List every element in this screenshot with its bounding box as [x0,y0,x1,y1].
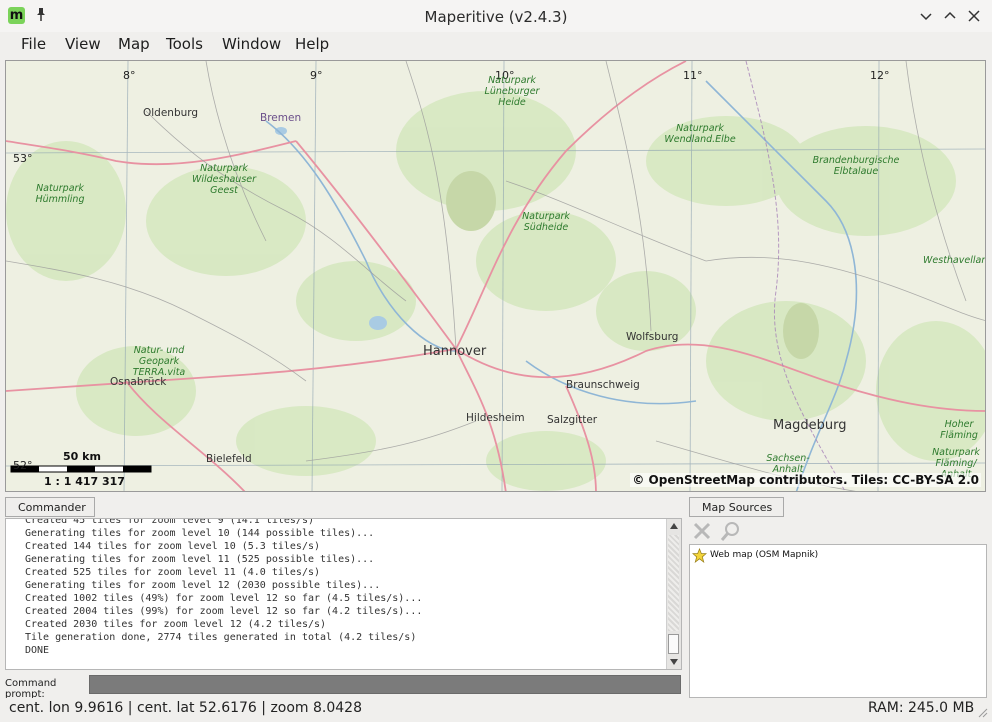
park-label: Naturpark Südheide [522,211,570,233]
lon-label: 11° [683,69,703,82]
scroll-thumb[interactable] [668,634,679,654]
console-output: Created 45 tiles for zoom level 9 (14.1 … [6,518,681,657]
window-title: Maperitive (v2.4.3) [424,8,568,26]
map-sources-tab[interactable]: Map Sources [689,497,784,517]
console-line: Created 2030 tiles for zoom level 12 (4.… [25,619,327,630]
console-line: Created 45 tiles for zoom level 9 (14.1 … [25,518,314,526]
console-line: Created 2004 tiles (99%) for zoom level … [25,606,423,617]
park-label: Brandenburgische Elbtalaue [812,155,900,177]
scale-distance: 50 km [63,450,101,463]
console-line: Created 525 tiles for zoom level 11 (4.0… [25,567,321,578]
map-sources-list: Web map (OSM Mapnik) [689,544,987,698]
city-label: Hildesheim [466,412,525,424]
command-prompt-input[interactable] [89,675,681,694]
title-bar: m Maperitive (v2.4.3) [0,0,992,33]
console-line: Created 1002 tiles (49%) for zoom level … [25,593,423,604]
city-label: Wolfsburg [626,331,679,343]
position-readout: cent. lon 9.9616 | cent. lat 52.6176 | z… [9,700,363,716]
menu-map[interactable]: Map [118,35,150,53]
console-line: Generating tiles for zoom level 11 (525 … [25,554,375,565]
ram-usage: RAM: 245.0 MB [868,700,975,716]
minimize-icon[interactable] [918,8,934,24]
park-label: Naturpark Wildeshauser Geest [191,163,257,196]
maximize-icon[interactable] [942,8,958,24]
remove-source-icon[interactable] [692,521,712,541]
map-source-label: Web map (OSM Mapnik) [710,550,819,560]
park-label: Natur- und Geopark TERRA.vita [132,345,186,378]
menu-help[interactable]: Help [295,35,329,53]
menu-window[interactable]: Window [222,35,281,53]
resize-grip-icon[interactable] [976,706,988,718]
lat-label: 53° [13,152,33,165]
lon-label: 9° [310,69,323,82]
map-sources-toolbar [689,518,987,544]
console-line: DONE [25,645,50,656]
command-prompt-label: Command prompt: [5,678,57,700]
menu-view[interactable]: View [65,35,101,53]
zoom-to-source-icon[interactable] [719,520,741,542]
console-line: Generating tiles for zoom level 12 (2030… [25,580,381,591]
map-view[interactable]: 8° 9° 10° 11° 12° 53° 52° Oldenburg Brem… [5,60,986,492]
lon-label: 12° [870,69,890,82]
major-city-label: Hannover [423,344,487,359]
park-label: Sachsen-Anhalt [766,453,810,475]
star-icon [692,547,707,563]
menu-bar: File View Map Tools Window Help [0,32,992,58]
park-label: Hoher Fläming [940,419,978,441]
major-city-label: Magdeburg [773,418,847,433]
park-label: Naturpark Wendland.Elbe [664,123,736,145]
console-line: Tile generation done, 2774 tiles generat… [25,632,417,643]
city-label: Salzgitter [547,414,598,426]
city-label: Bremen [260,112,302,124]
menu-tools[interactable]: Tools [166,35,203,53]
park-label: Westhavelland [923,255,985,266]
city-label: Bielefeld [206,453,252,465]
scroll-down-icon[interactable] [669,658,679,666]
map-attribution: © OpenStreetMap contributors. Tiles: CC-… [630,473,981,487]
scale-ratio: 1 : 1 417 317 [44,475,125,488]
close-icon[interactable] [966,8,982,24]
console-line: Generating tiles for zoom level 10 (144 … [25,528,375,539]
lat-label: 52° [13,459,33,472]
commander-tab[interactable]: Commander [5,497,95,517]
city-label: Braunschweig [566,379,640,391]
scroll-up-icon[interactable] [669,522,679,530]
scroll-track[interactable] [668,535,679,631]
park-label: Naturpark Hümmling [35,183,85,205]
map-source-item[interactable]: Web map (OSM Mapnik) [692,547,818,563]
city-label: Oldenburg [143,107,199,119]
commander-console[interactable]: Created 45 tiles for zoom level 9 (14.1 … [5,518,682,670]
park-label: Naturpark Lüneburger Heide [484,75,540,108]
console-scrollbar[interactable] [666,519,681,669]
console-line: Created 144 tiles for zoom level 10 (5.3… [25,541,321,552]
menu-file[interactable]: File [21,35,46,53]
status-bar: cent. lon 9.9616 | cent. lat 52.6176 | z… [0,698,992,722]
lon-label: 8° [123,69,136,82]
